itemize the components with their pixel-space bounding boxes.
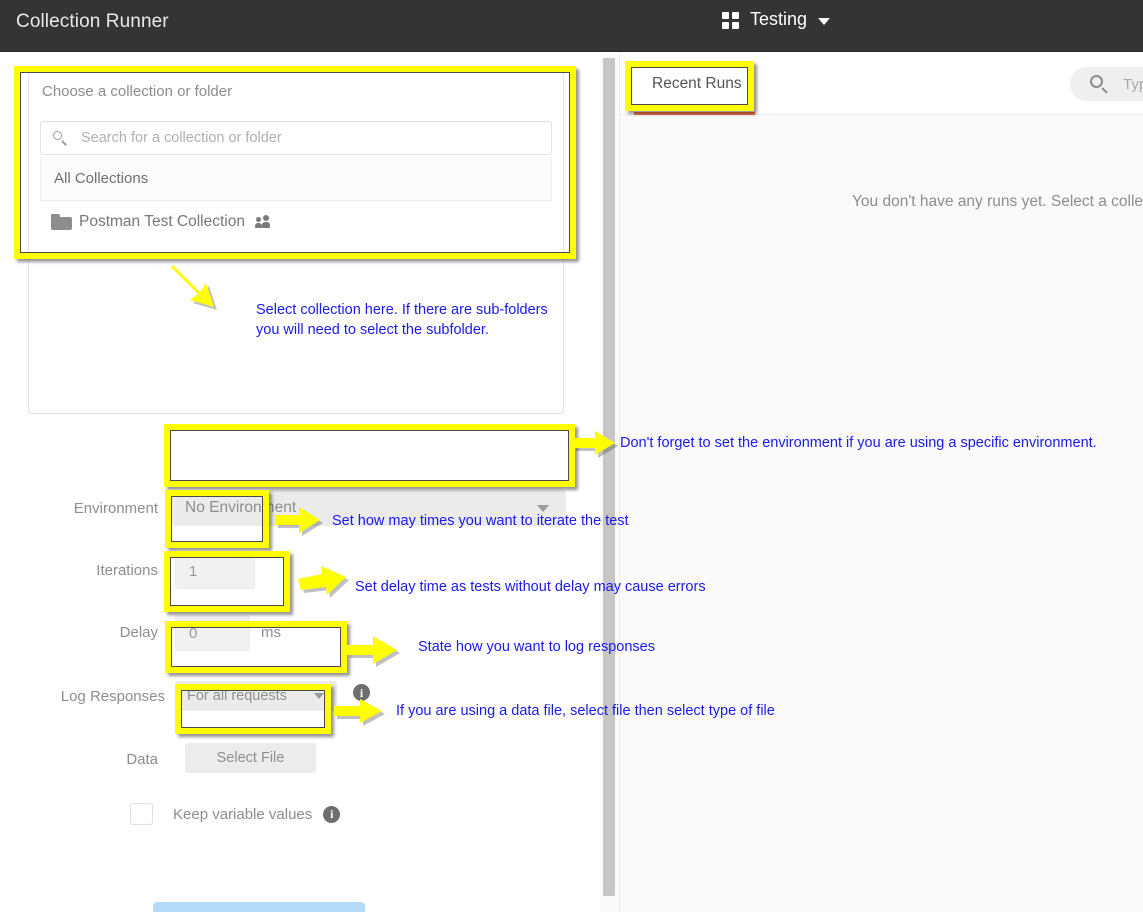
all-collections-header[interactable]: All Collections	[40, 156, 552, 201]
data-label: Data	[126, 751, 158, 768]
all-collections-label: All Collections	[54, 169, 149, 187]
search-icon	[1090, 74, 1109, 94]
start-run-button[interactable]: Start Run	[153, 902, 365, 912]
title-bar: Collection Runner Testing	[0, 0, 1143, 52]
keep-variable-values-checkbox[interactable]	[130, 803, 153, 825]
runs-search-input[interactable]: Type	[1070, 67, 1143, 101]
team-icon	[255, 215, 271, 229]
scrollbar-thumb[interactable]	[603, 58, 615, 896]
collection-runner-app: Collection Runner Testing Choose a colle…	[0, 0, 1143, 912]
page-title: Collection Runner	[16, 11, 169, 32]
collection-search-input[interactable]: Search for a collection or folder	[40, 121, 552, 155]
select-file-button[interactable]: Select File	[185, 743, 316, 773]
delay-input[interactable]: 0	[175, 615, 250, 651]
collection-item-label: Postman Test Collection	[79, 213, 245, 230]
log-responses-info-icon[interactable]: i	[353, 684, 370, 701]
list-item-collection[interactable]: Postman Test Collection	[40, 204, 552, 240]
delay-unit-label: ms	[261, 624, 281, 641]
delay-label: Delay	[119, 624, 158, 641]
tab-active-indicator	[634, 112, 755, 115]
grid-icon	[722, 12, 739, 29]
delay-value: 0	[189, 624, 198, 642]
workspace-name: Testing	[750, 9, 808, 29]
iterations-label: Iterations	[96, 562, 158, 579]
empty-state-message: You don't have any runs yet. Select a co…	[852, 193, 1143, 210]
keep-variable-values-info-icon[interactable]: i	[323, 805, 341, 823]
keep-variable-values-row: Keep variable values i	[130, 803, 341, 825]
runs-search-placeholder: Type	[1123, 75, 1143, 93]
chevron-down-icon	[818, 18, 831, 25]
chevron-down-icon	[537, 505, 549, 512]
folder-icon	[51, 214, 72, 230]
recent-runs-pane: Recent Runs Type You don't have any runs…	[619, 53, 1143, 912]
iterations-input[interactable]: 1	[175, 553, 255, 589]
environment-label: Environment	[73, 500, 158, 517]
select-file-label: Select File	[216, 750, 285, 766]
tab-recent-runs[interactable]: Recent Runs	[632, 53, 762, 114]
collection-search-placeholder: Search for a collection or folder	[81, 130, 282, 146]
runner-config-pane: Choose a collection or folder Search for…	[0, 53, 600, 912]
collection-picker-label: Choose a collection or folder	[42, 83, 233, 100]
workspace-switcher[interactable]: Testing	[722, 9, 831, 30]
search-icon	[53, 130, 68, 146]
collection-picker-card: Choose a collection or folder Search for…	[28, 71, 564, 414]
log-responses-select[interactable]: For all requests	[175, 681, 337, 711]
keep-variable-values-label: Keep variable values	[173, 805, 313, 823]
environment-value: No Environment	[185, 499, 297, 516]
vertical-scrollbar[interactable]	[600, 53, 618, 912]
environment-select[interactable]: No Environment	[172, 490, 566, 526]
log-responses-value: For all requests	[187, 688, 287, 704]
tab-bar: Recent Runs Type	[620, 53, 1143, 115]
log-responses-label: Log Responses	[60, 688, 165, 705]
iterations-value: 1	[189, 562, 198, 580]
chevron-down-icon	[314, 693, 324, 699]
